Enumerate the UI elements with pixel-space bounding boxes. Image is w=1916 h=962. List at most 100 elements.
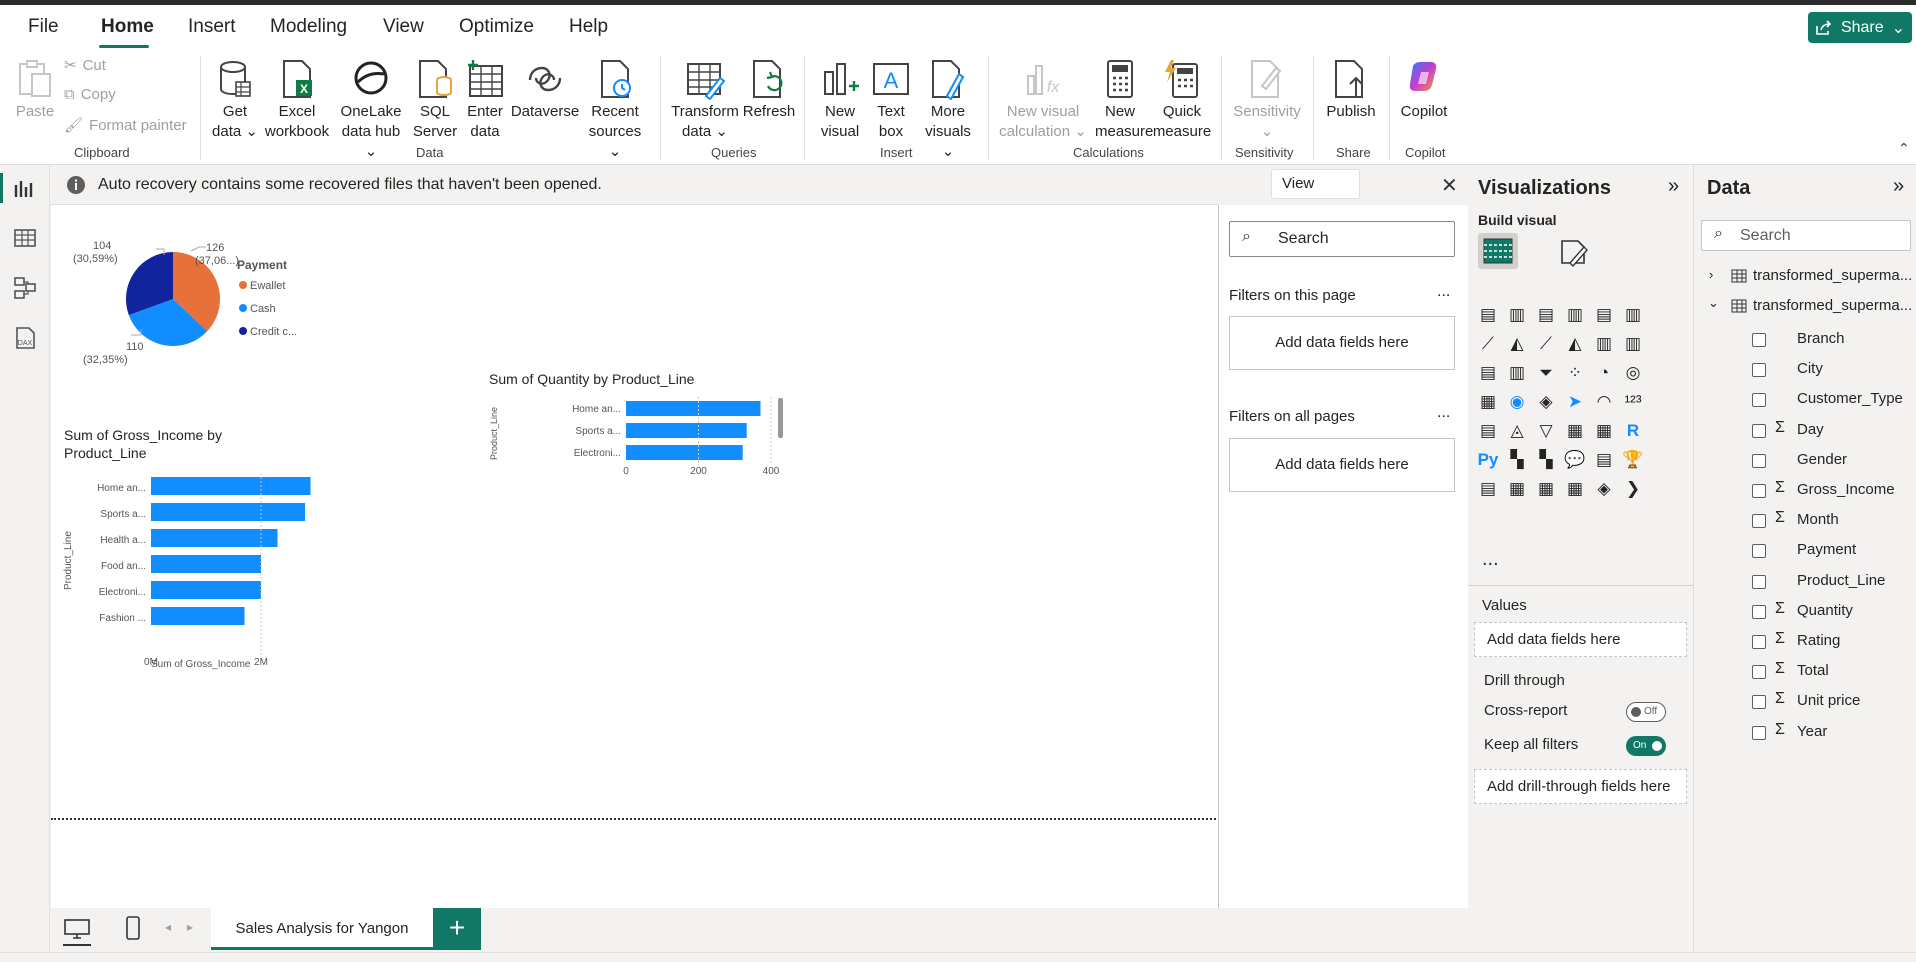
power-apps-icon[interactable]: ▦ [1505,477,1529,501]
python-visual-icon[interactable]: Py [1476,448,1500,472]
format-painter-button[interactable]: 🖌 Format painter [64,116,187,135]
funnel-chart-icon[interactable]: ⏷ [1534,361,1558,385]
collapse-pane-icon[interactable]: » [1893,175,1904,198]
get-data-button[interactable]: Get data ⌄ [212,58,258,142]
qa-icon[interactable]: 💬 [1563,448,1587,472]
drill-through-well[interactable]: Add drill-through fields here [1474,769,1687,804]
format-visual-tab[interactable] [1558,237,1590,272]
share-button[interactable]: Share ⌄ [1808,12,1912,43]
cross-report-toggle[interactable]: Off [1626,702,1666,722]
cut-button[interactable]: ✂ Cut [64,56,106,75]
report-view-icon[interactable] [12,175,38,201]
azure-map-icon[interactable]: ➤ [1563,390,1587,414]
scrollbar-thumb[interactable] [778,398,783,438]
narrative-icon[interactable]: ▤ [1592,448,1616,472]
refresh-button[interactable]: Refresh [742,58,796,122]
values-well[interactable]: Add data fields here [1474,622,1687,657]
new-visual-calculation-button[interactable]: fx New visual calculation ⌄ [998,58,1088,142]
field-item[interactable]: Σ Quantity [1695,600,1916,624]
close-icon[interactable]: ✕ [1441,173,1458,198]
filters-on-page-well[interactable]: Add data fields here [1229,316,1455,370]
copy-button[interactable]: ⧉ Copy [64,86,116,103]
publish-button[interactable]: Publish [1322,58,1380,122]
quick-measure-button[interactable]: Quick measure [1150,58,1214,142]
table-view-icon[interactable] [12,225,38,251]
new-visual-button[interactable]: New visual [815,58,865,142]
field-item[interactable]: Payment [1695,539,1916,563]
power-apps-alt-icon[interactable]: ◈ [1592,477,1616,501]
desktop-layout-icon[interactable] [63,918,91,940]
decomposition-tree-icon[interactable]: ▚ [1534,448,1558,472]
field-item[interactable]: Σ Unit price [1695,690,1916,714]
menu-insert[interactable]: Insert [188,16,236,38]
field-item[interactable]: Gender [1695,449,1916,473]
stacked-column-chart-icon[interactable]: ▥ [1505,303,1529,327]
area-chart-icon[interactable]: ◭ [1505,332,1529,356]
waterfall-chart-icon[interactable]: ▥ [1505,361,1529,385]
map-icon[interactable]: ◉ [1505,390,1529,414]
field-item[interactable]: Product_Line [1695,570,1916,594]
sql-server-button[interactable]: SQL Server [412,58,458,142]
menu-file[interactable]: File [28,16,59,38]
mobile-layout-icon[interactable] [125,916,141,940]
menu-view[interactable]: View [383,16,424,38]
scroll-left-icon[interactable]: ◂ [165,920,171,934]
bar[interactable] [151,503,305,521]
field-checkbox[interactable] [1752,574,1766,589]
bar[interactable] [151,555,261,573]
collapse-pane-icon[interactable]: » [1668,175,1679,198]
menu-optimize[interactable]: Optimize [459,16,534,38]
bar[interactable] [626,445,743,460]
dax-query-view-icon[interactable]: DAX [12,325,38,351]
data-search-input[interactable]: ⌕ Search [1701,220,1911,251]
menu-help[interactable]: Help [569,16,608,38]
field-item[interactable]: Σ Year [1695,721,1916,745]
goals-icon[interactable]: 🏆 [1621,448,1645,472]
field-checkbox[interactable] [1752,604,1766,619]
bar[interactable] [151,529,278,547]
more-visuals-button[interactable]: More visuals ⌄ [918,58,978,162]
more-apps-icon[interactable]: ❯ [1621,477,1645,501]
matrix-icon[interactable]: ▦ [1592,419,1616,443]
field-checkbox[interactable] [1752,423,1766,438]
field-checkbox[interactable] [1752,453,1766,468]
field-checkbox[interactable] [1752,393,1766,408]
field-checkbox[interactable] [1752,665,1766,680]
line-clustered-column-chart-icon[interactable]: ▥ [1621,332,1645,356]
text-box-button[interactable]: A Text box [868,58,914,142]
field-checkbox[interactable] [1752,544,1766,559]
field-checkbox[interactable] [1752,725,1766,740]
dataverse-button[interactable]: Dataverse [510,58,580,122]
keep-all-filters-toggle[interactable]: On [1626,736,1666,756]
field-checkbox[interactable] [1752,514,1766,529]
filled-map-icon[interactable]: ◈ [1534,390,1558,414]
scroll-right-icon[interactable]: ▸ [187,920,193,934]
pie-chart-icon[interactable]: ◔ [1592,361,1616,385]
more-options-icon[interactable]: ... [1437,283,1450,301]
gross-income-bar-chart[interactable]: Sum of Gross_Income by Product_Line Prod… [51,425,311,685]
field-item[interactable]: Σ Day [1695,419,1916,443]
field-checkbox[interactable] [1752,635,1766,649]
copilot-button[interactable]: Copilot [1396,58,1452,122]
scatter-chart-icon[interactable]: ⁘ [1563,361,1587,385]
paginated-report-icon[interactable]: ▤ [1476,477,1500,501]
build-visual-tab[interactable] [1478,233,1518,269]
line-column-chart-icon[interactable]: ▥ [1592,332,1616,356]
100-column-chart-icon[interactable]: ▥ [1621,303,1645,327]
bar[interactable] [151,607,245,625]
clustered-column-chart-icon[interactable]: ▥ [1563,303,1587,327]
recent-sources-button[interactable]: Recent sources ⌄ [582,58,648,162]
power-automate-icon[interactable]: ▦ [1534,477,1558,501]
multi-row-card-icon[interactable]: ▤ [1476,419,1500,443]
metrics-icon[interactable]: ▦ [1563,477,1587,501]
ribbon-chart-icon[interactable]: ▤ [1476,361,1500,385]
collapse-ribbon-icon[interactable]: ⌃ [1898,140,1910,157]
filters-on-all-pages-well[interactable]: Add data fields here [1229,438,1455,492]
onelake-button[interactable]: OneLake data hub ⌄ [334,58,408,162]
add-page-button[interactable]: + [433,908,481,950]
field-item[interactable]: Σ Gross_Income [1695,479,1916,503]
100-bar-chart-icon[interactable]: ▤ [1592,303,1616,327]
field-checkbox[interactable] [1752,333,1766,347]
line-chart-icon[interactable]: ⟋ [1476,332,1500,356]
gauge-icon[interactable]: ◠ [1592,390,1616,414]
